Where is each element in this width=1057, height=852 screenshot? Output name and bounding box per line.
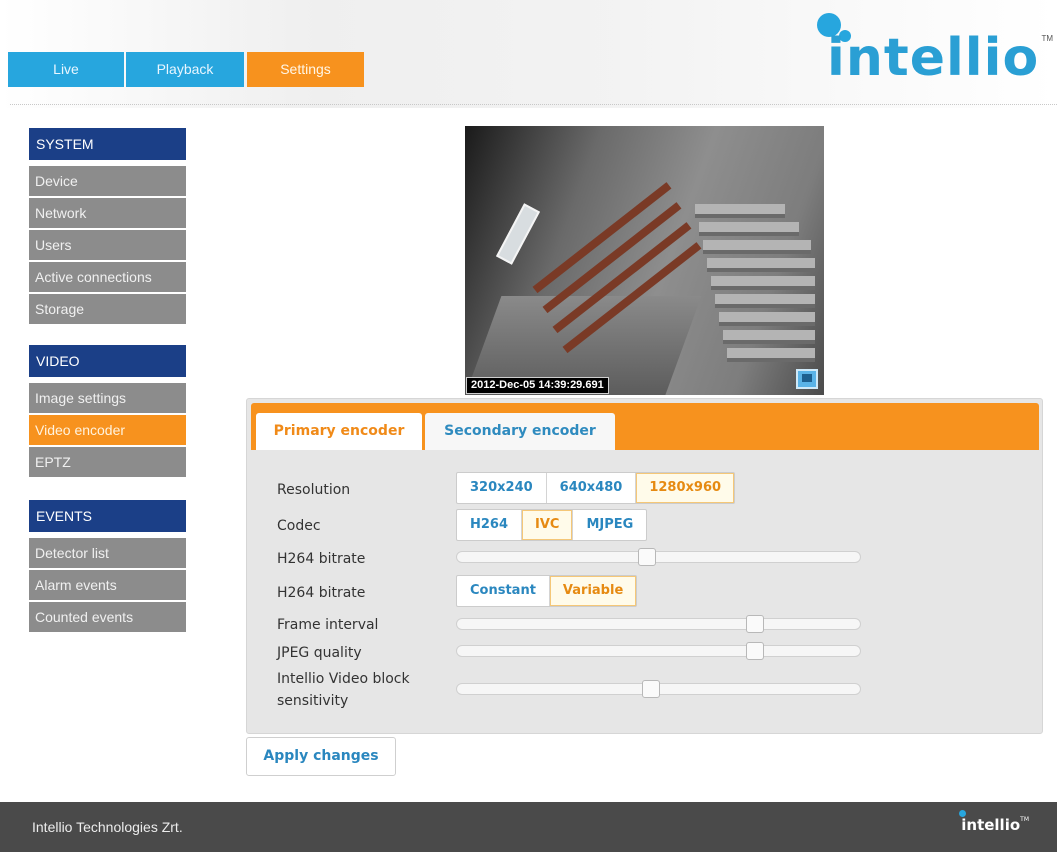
codec-selector: H264 IVC MJPEG <box>456 509 648 541</box>
tab-primary-encoder[interactable]: Primary encoder <box>256 413 422 450</box>
jpeg-quality-slider-handle[interactable] <box>746 642 764 660</box>
h264-bitrate-slider-handle[interactable] <box>638 548 656 566</box>
sidebar-item-image-settings[interactable]: Image settings <box>29 383 186 413</box>
stair-step <box>695 204 785 218</box>
tab-secondary-encoder[interactable]: Secondary encoder <box>425 413 615 450</box>
apply-changes-button[interactable]: Apply changes <box>246 737 396 776</box>
sidebar-item-storage[interactable]: Storage <box>29 294 186 324</box>
sidebar-item-alarm-events[interactable]: Alarm events <box>29 570 186 600</box>
jpeg-quality-label: JPEG quality <box>277 645 362 661</box>
stair-step <box>727 348 815 362</box>
stair-step <box>719 312 815 326</box>
codec-option-mjpeg[interactable]: MJPEG <box>573 510 646 540</box>
frame-interval-label: Frame interval <box>277 617 379 633</box>
preview-staircase <box>532 146 815 395</box>
h264-bitrate-slider[interactable] <box>456 548 861 566</box>
sidebar-heading-video: VIDEO <box>29 345 186 377</box>
ivb-sensitivity-label-line1: Intellio Video block <box>277 671 410 687</box>
codec-option-ivc[interactable]: IVC <box>522 510 574 540</box>
stair-step <box>703 240 811 254</box>
stair-step <box>711 276 815 290</box>
footer-logo-text: intellio <box>961 816 1021 834</box>
encoder-settings-panel: Primary encoder Secondary encoder Resolu… <box>246 398 1043 734</box>
sidebar-heading-events: EVENTS <box>29 500 186 532</box>
header-divider <box>10 104 1057 105</box>
sidebar-heading-system: SYSTEM <box>29 128 186 160</box>
footer-logo: intellioTM <box>959 810 1029 834</box>
preview-timestamp: 2012-Dec-05 14:39:29.691 <box>466 377 609 394</box>
stair-step <box>707 258 815 272</box>
sidebar-item-counted-events[interactable]: Counted events <box>29 602 186 632</box>
ivb-sensitivity-slider[interactable] <box>456 680 861 698</box>
footer-logo-trademark: TM <box>1020 816 1029 823</box>
codec-option-h264[interactable]: H264 <box>457 510 523 540</box>
camera-preview: 2012-Dec-05 14:39:29.691 <box>465 126 824 395</box>
resolution-selector: 320x240 640x480 1280x960 <box>456 472 736 504</box>
sidebar-item-eptz[interactable]: EPTZ <box>29 447 186 477</box>
sidebar-item-network[interactable]: Network <box>29 198 186 228</box>
monitor-icon[interactable] <box>796 369 818 389</box>
sidebar-item-video-encoder[interactable]: Video encoder <box>29 415 186 445</box>
bitrate-mode-selector: Constant Variable <box>456 575 638 607</box>
intellio-logo: intellio TM <box>813 10 1053 95</box>
bitrate-mode-option-variable[interactable]: Variable <box>549 576 637 606</box>
tab-live[interactable]: Live <box>8 52 124 87</box>
logo-wordmark: intellio <box>827 28 1040 88</box>
tab-playback[interactable]: Playback <box>126 52 244 87</box>
encoder-tabbar: Primary encoder Secondary encoder <box>251 403 1039 450</box>
frame-interval-slider-handle[interactable] <box>746 615 764 633</box>
stair-railing <box>562 242 702 354</box>
header: Live Playback Settings intellio TM <box>0 0 1057 108</box>
stair-step <box>715 294 815 308</box>
resolution-option-640x480[interactable]: 640x480 <box>547 473 637 503</box>
sidebar-group-system: SYSTEM Device Network Users Active conne… <box>29 128 186 326</box>
stair-step <box>699 222 799 236</box>
logo-trademark: TM <box>1041 34 1053 43</box>
resolution-label: Resolution <box>277 482 351 498</box>
frame-interval-slider[interactable] <box>456 615 861 633</box>
codec-label: Codec <box>277 518 321 534</box>
resolution-option-320x240[interactable]: 320x240 <box>457 473 547 503</box>
sidebar-item-active-connections[interactable]: Active connections <box>29 262 186 292</box>
tab-settings[interactable]: Settings <box>247 52 364 87</box>
sidebar-item-users[interactable]: Users <box>29 230 186 260</box>
footer: Intellio Technologies Zrt. intellioTM <box>0 802 1057 852</box>
stair-step <box>723 330 815 344</box>
h264-bitrate-mode-label: H264 bitrate <box>277 585 366 601</box>
sidebar-group-video: VIDEO Image settings Video encoder EPTZ <box>29 345 186 479</box>
resolution-option-1280x960[interactable]: 1280x960 <box>636 473 735 503</box>
jpeg-quality-slider[interactable] <box>456 642 861 660</box>
sidebar-group-events: EVENTS Detector list Alarm events Counte… <box>29 500 186 634</box>
footer-company: Intellio Technologies Zrt. <box>32 819 183 835</box>
h264-bitrate-label: H264 bitrate <box>277 551 366 567</box>
sidebar-item-detector-list[interactable]: Detector list <box>29 538 186 568</box>
bitrate-mode-option-constant[interactable]: Constant <box>457 576 550 606</box>
sidebar-item-device[interactable]: Device <box>29 166 186 196</box>
ivb-sensitivity-slider-handle[interactable] <box>642 680 660 698</box>
ivb-sensitivity-label-line2: sensitivity <box>277 693 349 709</box>
